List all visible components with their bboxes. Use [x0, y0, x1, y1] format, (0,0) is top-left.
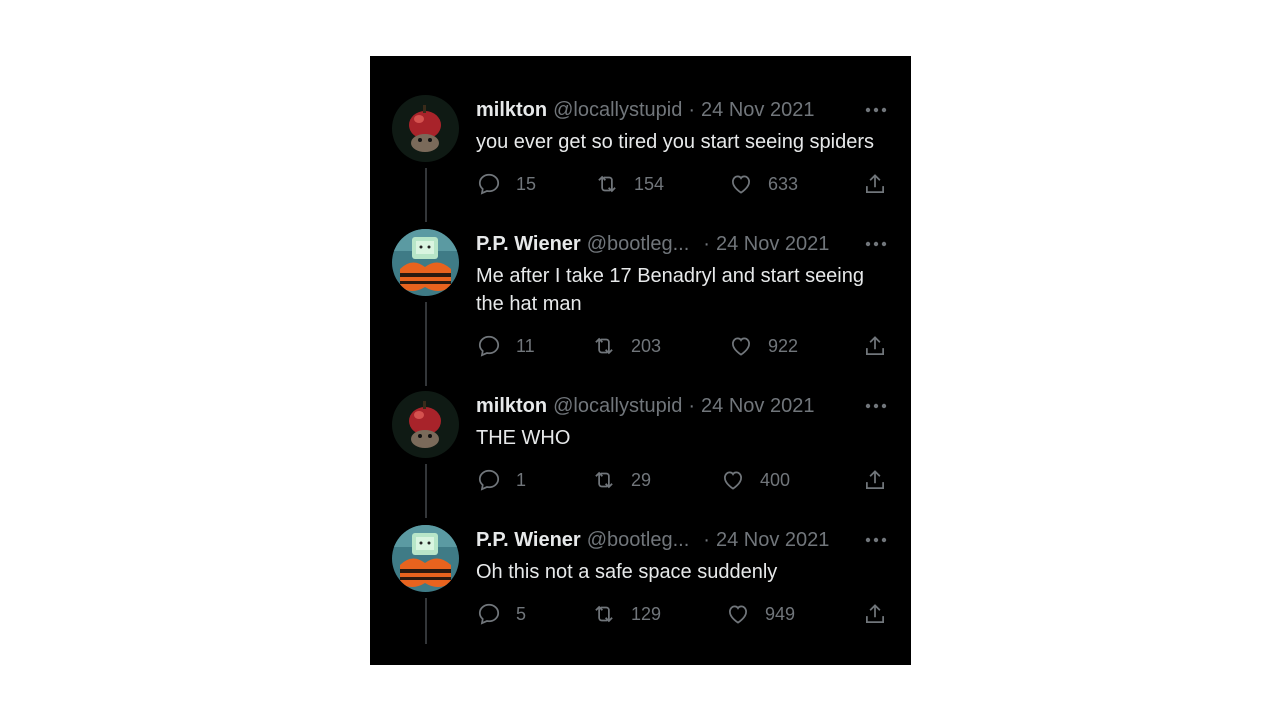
reply-icon	[478, 603, 500, 625]
reply-count: 1	[516, 469, 527, 490]
tweet-date[interactable]: 24 Nov 2021	[716, 233, 829, 256]
share-button[interactable]	[862, 466, 888, 494]
retweet-button[interactable]: 154	[594, 170, 664, 198]
like-button[interactable]: 633	[728, 170, 798, 198]
like-count: 949	[765, 603, 796, 624]
thread-connector	[425, 598, 427, 644]
retweet-button[interactable]: 29	[591, 466, 651, 494]
more-options-icon[interactable]	[864, 234, 888, 254]
heart-icon	[732, 175, 750, 194]
user-handle[interactable]: @bootleg...	[587, 233, 690, 256]
thread-connector	[425, 168, 427, 222]
tweet-text: you ever get so tired you start seeing s…	[476, 131, 874, 153]
more-options-icon[interactable]	[864, 530, 888, 550]
reply-button[interactable]: 11	[476, 332, 535, 360]
more-options-icon[interactable]	[864, 100, 888, 120]
display-name[interactable]: P.P. Wiener	[476, 233, 581, 256]
tweet-actions: 1 29 400	[476, 466, 891, 494]
tweet-text: Me after I take 17 Benadryl and start se…	[476, 265, 864, 315]
reply-icon	[478, 335, 500, 357]
retweet-count: 203	[631, 335, 662, 356]
tweet-actions: 11 203 922	[476, 332, 891, 360]
avatar-pp-wiener[interactable]	[392, 229, 459, 296]
like-count: 400	[760, 469, 791, 490]
separator: ·	[703, 232, 710, 255]
tweet-actions: 5 129 949	[476, 600, 891, 628]
user-handle[interactable]: @locallystupid	[553, 395, 682, 418]
display-name[interactable]: milkton	[476, 99, 547, 122]
heart-icon	[724, 471, 742, 490]
reply-button[interactable]: 1	[476, 466, 526, 494]
like-count: 922	[768, 335, 799, 356]
more-options-icon[interactable]	[864, 396, 888, 416]
tweet-date[interactable]: 24 Nov 2021	[701, 99, 814, 122]
share-icon	[866, 470, 884, 489]
tweet-text: THE WHO	[476, 427, 571, 449]
avatar-pp-wiener[interactable]	[392, 525, 459, 592]
reply-count: 11	[516, 335, 535, 356]
reply-button[interactable]: 15	[476, 170, 536, 198]
share-icon	[866, 336, 884, 355]
like-count: 633	[768, 173, 799, 194]
tweet-date[interactable]: 24 Nov 2021	[701, 395, 814, 418]
retweet-icon	[598, 175, 616, 193]
user-handle[interactable]: @bootleg...	[587, 529, 690, 552]
retweet-count: 154	[634, 173, 665, 194]
reply-button[interactable]: 5	[476, 600, 526, 628]
separator: ·	[703, 528, 710, 551]
retweet-icon	[595, 337, 613, 355]
tweet-text: Oh this not a safe space suddenly	[476, 561, 778, 583]
tweet-actions: 15 154 633	[476, 170, 891, 198]
retweet-icon	[595, 605, 613, 623]
share-icon	[866, 604, 884, 623]
retweet-count: 129	[631, 603, 662, 624]
reply-icon	[478, 469, 500, 491]
user-handle[interactable]: @locallystupid	[553, 99, 682, 122]
like-button[interactable]: 400	[720, 466, 790, 494]
display-name[interactable]: milkton	[476, 395, 547, 418]
heart-icon	[729, 605, 747, 624]
like-button[interactable]: 949	[725, 600, 795, 628]
retweet-button[interactable]: 129	[591, 600, 661, 628]
share-button[interactable]	[862, 170, 888, 198]
separator: ·	[688, 98, 696, 121]
tweet-date[interactable]: 24 Nov 2021	[716, 529, 829, 552]
thread-connector	[425, 302, 427, 386]
retweet-button[interactable]: 203	[591, 332, 661, 360]
thread-connector	[425, 464, 427, 518]
reply-icon	[478, 173, 500, 195]
avatar-milkton[interactable]	[392, 391, 459, 458]
tweet-header: P.P. Wiener @bootleg... · 24 Nov 2021	[476, 232, 829, 256]
tweet-thread-panel: milkton @locallystupid · 24 Nov 2021 you…	[370, 56, 911, 665]
reply-count: 15	[516, 173, 537, 194]
retweet-count: 29	[631, 469, 652, 490]
display-name[interactable]: P.P. Wiener	[476, 529, 581, 552]
separator: ·	[688, 394, 696, 417]
tweet-header: milkton @locallystupid · 24 Nov 2021	[476, 394, 814, 418]
share-button[interactable]	[862, 600, 888, 628]
like-button[interactable]: 922	[728, 332, 798, 360]
reply-count: 5	[516, 603, 527, 624]
tweet-header: P.P. Wiener @bootleg... · 24 Nov 2021	[476, 528, 829, 552]
share-icon	[866, 174, 884, 193]
avatar-milkton[interactable]	[392, 95, 459, 162]
heart-icon	[732, 337, 750, 356]
share-button[interactable]	[862, 332, 888, 360]
tweet-header: milkton @locallystupid · 24 Nov 2021	[476, 98, 814, 122]
retweet-icon	[595, 471, 613, 489]
